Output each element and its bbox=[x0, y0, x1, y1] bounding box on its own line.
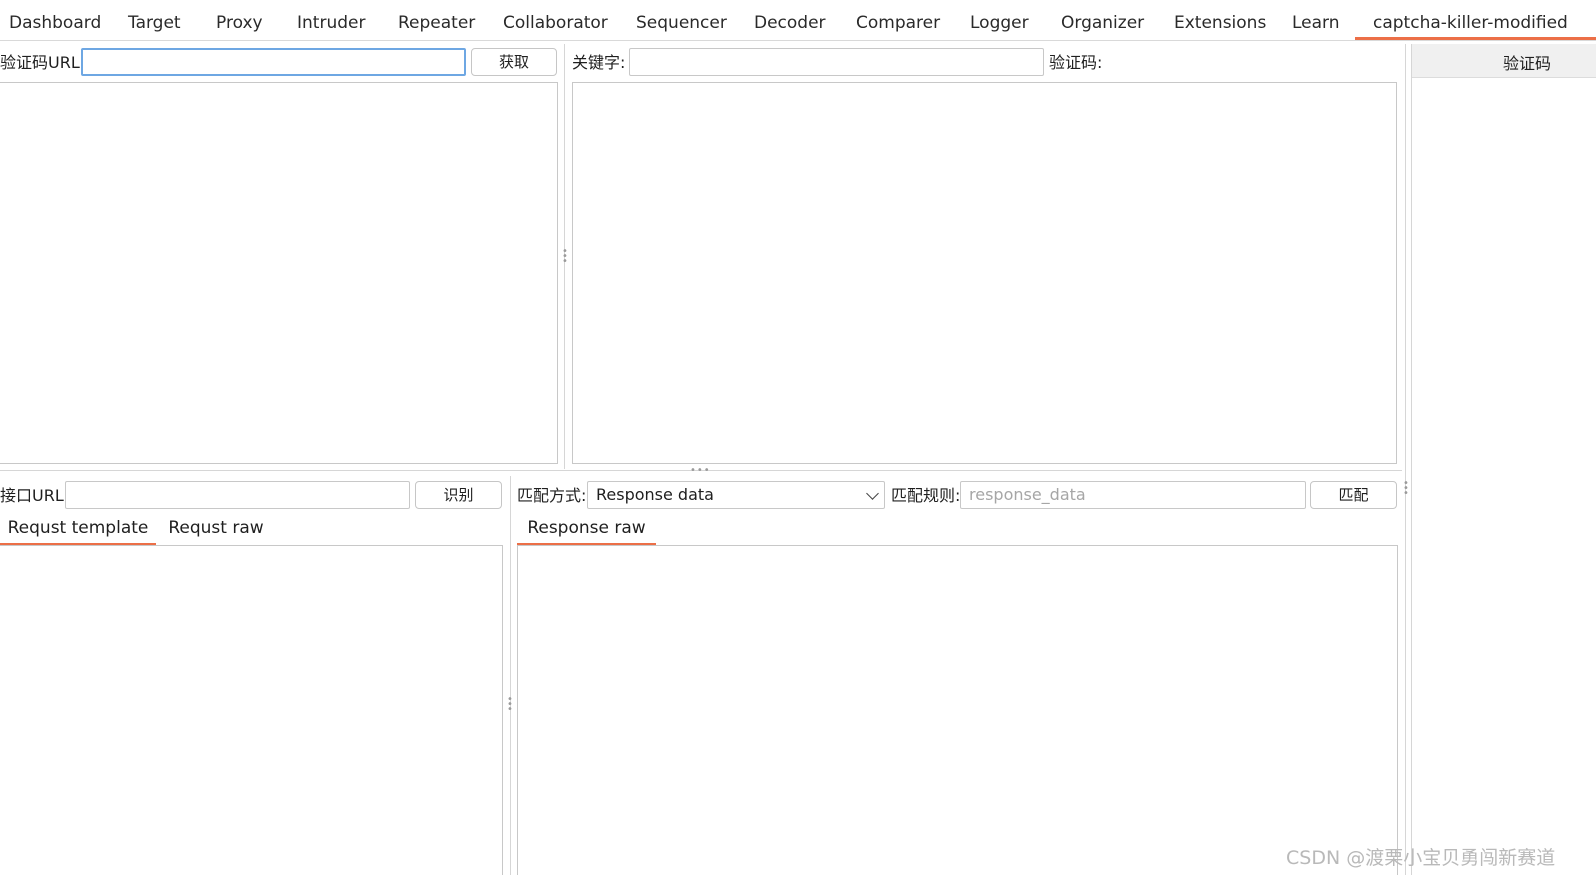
lower-split-divider[interactable] bbox=[510, 476, 511, 875]
tab-learn[interactable]: Learn bbox=[1292, 8, 1340, 40]
tab-request-raw[interactable]: Requst raw bbox=[160, 514, 272, 546]
tab-intruder[interactable]: Intruder bbox=[297, 8, 365, 40]
api-url-label: 接口URL: bbox=[0, 486, 70, 505]
tab-decoder[interactable]: Decoder bbox=[754, 8, 826, 40]
lower-split-grip-icon[interactable]: • • • bbox=[506, 695, 514, 715]
recognize-button[interactable]: 识别 bbox=[415, 481, 502, 509]
watermark-text: CSDN @渡栗小宝贝勇闯新赛道 bbox=[1286, 847, 1556, 869]
keyword-label: 关键字: bbox=[572, 53, 626, 72]
tab-target[interactable]: Target bbox=[128, 8, 181, 40]
tab-logger[interactable]: Logger bbox=[970, 8, 1029, 40]
request-template-editor[interactable] bbox=[0, 545, 503, 875]
captcha-history-header[interactable]: 验证码 bbox=[1412, 44, 1596, 78]
match-button[interactable]: 匹配 bbox=[1310, 481, 1397, 509]
main-tab-bar: Dashboard Target Proxy Intruder Repeater… bbox=[0, 0, 1596, 41]
api-url-input[interactable] bbox=[65, 481, 410, 509]
tab-extensions[interactable]: Extensions bbox=[1174, 8, 1266, 40]
right-panel-grip-icon[interactable]: • • • bbox=[1402, 479, 1410, 499]
fetch-button[interactable]: 获取 bbox=[471, 48, 557, 76]
match-rule-input[interactable]: response_data bbox=[960, 481, 1306, 509]
tab-captcha-killer-modified[interactable]: captcha-killer-modified bbox=[1355, 8, 1596, 40]
horizontal-split-grip-icon[interactable]: ••• bbox=[690, 466, 710, 476]
captcha-url-label: 验证码URL: bbox=[0, 53, 86, 72]
captcha-history-panel: 验证码 bbox=[1411, 44, 1596, 875]
keyword-response-area[interactable] bbox=[572, 82, 1397, 464]
tab-repeater[interactable]: Repeater bbox=[398, 8, 475, 40]
captcha-image-area bbox=[0, 82, 558, 464]
tab-collaborator[interactable]: Collaborator bbox=[503, 8, 608, 40]
chevron-down-icon bbox=[866, 487, 879, 500]
tab-proxy[interactable]: Proxy bbox=[216, 8, 263, 40]
match-rule-label: 匹配规则: bbox=[891, 486, 961, 505]
tab-sequencer[interactable]: Sequencer bbox=[636, 8, 727, 40]
tab-request-template[interactable]: Requst template bbox=[0, 514, 156, 546]
tab-comparer[interactable]: Comparer bbox=[856, 8, 940, 40]
tab-response-raw[interactable]: Response raw bbox=[517, 514, 656, 546]
upper-split-grip-icon[interactable]: • • • bbox=[561, 247, 569, 267]
match-mode-label: 匹配方式: bbox=[517, 486, 587, 505]
tab-organizer[interactable]: Organizer bbox=[1061, 8, 1144, 40]
response-raw-editor[interactable] bbox=[517, 545, 1398, 875]
captcha-url-input[interactable] bbox=[81, 48, 466, 76]
keyword-input[interactable] bbox=[629, 48, 1044, 76]
match-rule-placeholder: response_data bbox=[969, 485, 1086, 504]
captcha-result-label: 验证码: bbox=[1049, 53, 1103, 72]
tab-dashboard[interactable]: Dashboard bbox=[9, 8, 101, 40]
match-mode-value: Response data bbox=[596, 485, 714, 504]
match-mode-select[interactable]: Response data bbox=[587, 481, 885, 509]
right-panel-divider[interactable] bbox=[1405, 44, 1406, 875]
